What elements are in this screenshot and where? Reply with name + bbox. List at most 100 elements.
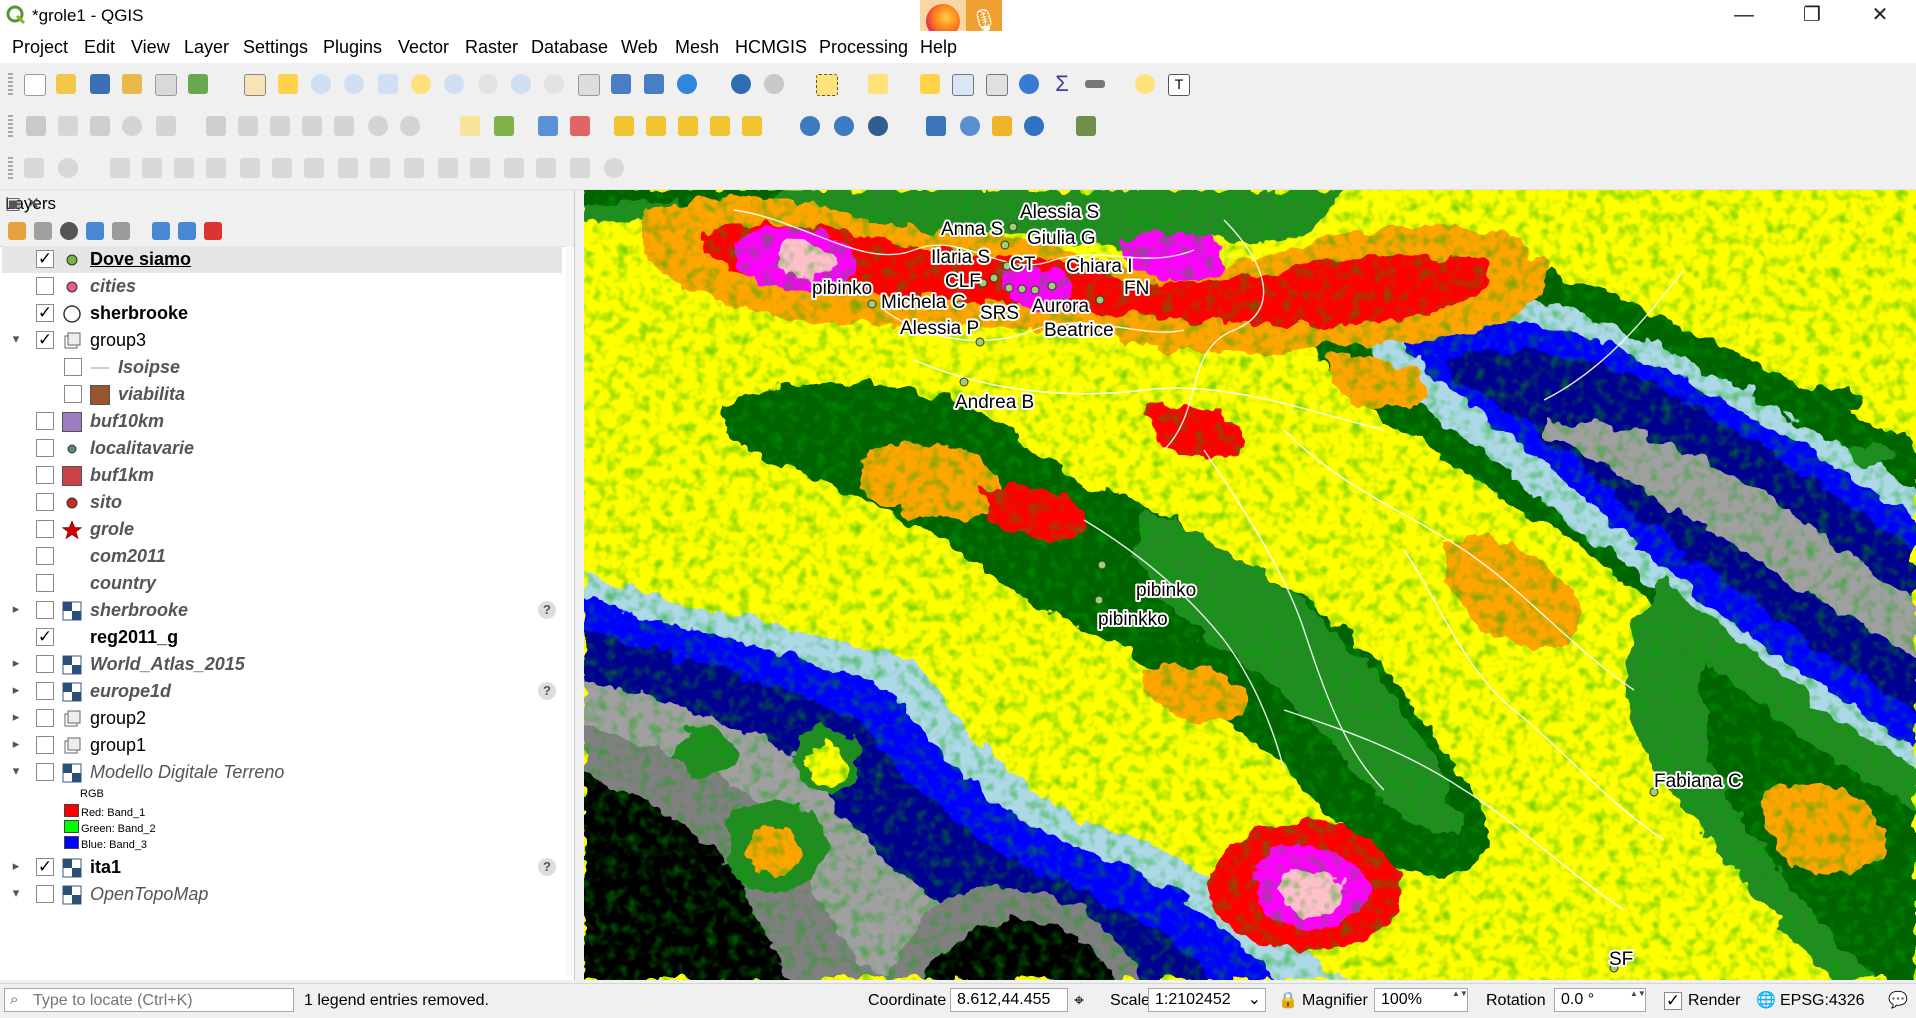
layer-name[interactable]: sherbrooke (90, 600, 188, 621)
zoom-last-icon[interactable] (511, 74, 531, 94)
toggle-extents-icon[interactable]: ⌖ (1074, 990, 1084, 1011)
layer-row-reg2011-g[interactable]: ✓ reg2011_g (2, 624, 562, 651)
zoom-next-icon[interactable] (544, 74, 564, 94)
reshape-icon[interactable] (272, 158, 292, 178)
layer-name[interactable]: grole (90, 519, 134, 540)
add-part-icon[interactable] (142, 158, 162, 178)
zoom-native-icon[interactable] (478, 74, 498, 94)
bookmark-icon[interactable] (611, 74, 631, 94)
layer-row-isoipse[interactable]: Isoipse (2, 354, 562, 381)
new-print-layout-icon[interactable] (122, 74, 142, 94)
layer-row-group1[interactable]: ▸ group1 (2, 732, 562, 759)
globe-service-icon[interactable] (800, 116, 820, 136)
menu-hcmgis[interactable]: HCMGIS (735, 37, 807, 58)
spin-arrows-icon[interactable]: ▲▼ (1630, 989, 1646, 1011)
layer-row-ita1[interactable]: ▸ ✓ ita1 ? (2, 854, 562, 881)
layer-checkbox[interactable] (36, 574, 54, 592)
layer-name[interactable]: reg2011_g (90, 627, 178, 648)
python-console-icon[interactable] (926, 116, 946, 136)
collapse-arrow-icon[interactable]: ▾ (10, 885, 22, 901)
menu-web[interactable]: Web (621, 37, 658, 58)
locator-input[interactable] (31, 990, 293, 1012)
expand-arrow-icon[interactable]: ▸ (10, 655, 22, 671)
pan-map-icon[interactable] (244, 74, 266, 96)
layer-row-europe1d[interactable]: ▸ europe1d ? (2, 678, 562, 705)
menu-plugins[interactable]: Plugins (323, 37, 382, 58)
new-map-view-icon[interactable] (578, 74, 600, 96)
layer-checkbox[interactable] (64, 358, 82, 376)
map-raster[interactable]: Alessia S Anna S Giulia G Ilaria S CT Ch… (584, 190, 1916, 980)
layer-checkbox[interactable] (36, 736, 54, 754)
layer-checkbox[interactable]: ✓ (36, 250, 54, 268)
layer-checkbox[interactable]: ✓ (36, 331, 54, 349)
layer-row-buf1km[interactable]: buf1km (2, 462, 562, 489)
layer-checkbox[interactable]: ✓ (36, 628, 54, 646)
layer-row-grole[interactable]: grole (2, 516, 562, 543)
add-group-icon[interactable] (34, 222, 52, 240)
field-calculator-icon[interactable] (986, 74, 1008, 96)
deselect-all-icon[interactable] (920, 74, 940, 94)
layer-name[interactable]: OpenTopoMap (90, 884, 208, 905)
filter-by-expression-icon[interactable] (112, 222, 130, 240)
new-project-icon[interactable] (24, 74, 46, 96)
split-features-icon[interactable] (370, 158, 390, 178)
layer-name[interactable]: com2011 (90, 546, 166, 567)
layer-name[interactable]: country (90, 573, 156, 594)
layer-checkbox[interactable] (36, 439, 54, 457)
layer-row-buf10km[interactable]: buf10km (2, 408, 562, 435)
open-layer-styling-icon[interactable] (8, 222, 26, 240)
copy-features-icon[interactable] (302, 116, 322, 136)
select-by-value-icon[interactable] (868, 74, 888, 94)
layer-name[interactable]: World_Atlas_2015 (90, 654, 245, 675)
layer-name[interactable]: buf10km (90, 411, 164, 432)
diagram-options-icon[interactable] (494, 116, 514, 136)
digitize-point-icon[interactable] (122, 116, 142, 136)
layer-checkbox[interactable]: ✓ (36, 304, 54, 322)
label-properties-icon[interactable] (710, 116, 730, 136)
layer-name[interactable]: europe1d (90, 681, 171, 702)
layer-checkbox[interactable] (36, 493, 54, 511)
refresh-icon[interactable] (677, 74, 697, 94)
layer-checkbox[interactable] (36, 682, 54, 700)
move-label-icon[interactable] (614, 116, 634, 136)
statistical-summary-icon[interactable]: Σ (1052, 73, 1072, 95)
layer-checkbox[interactable] (64, 385, 82, 403)
processing-model-icon[interactable] (1076, 116, 1096, 136)
messages-icon[interactable]: 💬 (1888, 990, 1908, 1010)
layer-name[interactable]: viabilita (118, 384, 185, 405)
label-toolbar-icon[interactable] (460, 116, 480, 136)
layer-row-sherbrooke-raster[interactable]: ▸ sherbrooke ? (2, 597, 562, 624)
zoom-in-icon[interactable] (311, 74, 331, 94)
rotation-spinbox[interactable]: 0.0 ° ▲▼ (1554, 988, 1646, 1012)
map-canvas[interactable]: Alessia S Anna S Giulia G Ilaria S CT Ch… (584, 190, 1916, 980)
show-hide-labels-icon[interactable] (570, 116, 590, 136)
layer-row-localitavarie[interactable]: localitavarie (2, 435, 562, 462)
delete-part-icon[interactable] (240, 158, 260, 178)
help-icon[interactable]: ? (538, 682, 556, 700)
layer-name[interactable]: group1 (90, 735, 146, 756)
layer-row-sito[interactable]: sito (2, 489, 562, 516)
save-project-icon[interactable] (90, 74, 110, 94)
offset-symbols-icon[interactable] (536, 158, 556, 178)
layer-checkbox[interactable] (36, 466, 54, 484)
layer-checkbox[interactable] (36, 601, 54, 619)
collapse-arrow-icon[interactable]: ▾ (10, 763, 22, 779)
close-button[interactable]: ✕ (1846, 0, 1914, 31)
layer-checkbox[interactable]: ✓ (36, 858, 54, 876)
menu-help[interactable]: Help (920, 37, 957, 58)
zoom-to-layer-icon[interactable] (444, 74, 464, 94)
layer-name[interactable]: sherbrooke (90, 303, 188, 324)
pan-to-selection-icon[interactable] (278, 74, 298, 94)
expand-arrow-icon[interactable]: ▸ (10, 736, 22, 752)
restore-button[interactable]: ❐ (1778, 0, 1846, 31)
metasearch-icon[interactable] (868, 116, 888, 136)
menu-layer[interactable]: Layer (184, 37, 229, 58)
scale-combobox[interactable]: 1:2102452 ⌄ (1148, 988, 1266, 1012)
toggle-editing-icon[interactable] (58, 116, 78, 136)
callout-icon[interactable] (742, 116, 762, 136)
cut-features-icon[interactable] (270, 116, 290, 136)
identify-features-icon[interactable] (731, 74, 751, 94)
crs-globe-icon[interactable]: 🌐 (1756, 990, 1776, 1010)
expand-arrow-icon[interactable]: ▸ (10, 682, 22, 698)
layer-row-modello-digitale-terreno[interactable]: ▾ Modello Digitale Terreno (2, 759, 562, 786)
